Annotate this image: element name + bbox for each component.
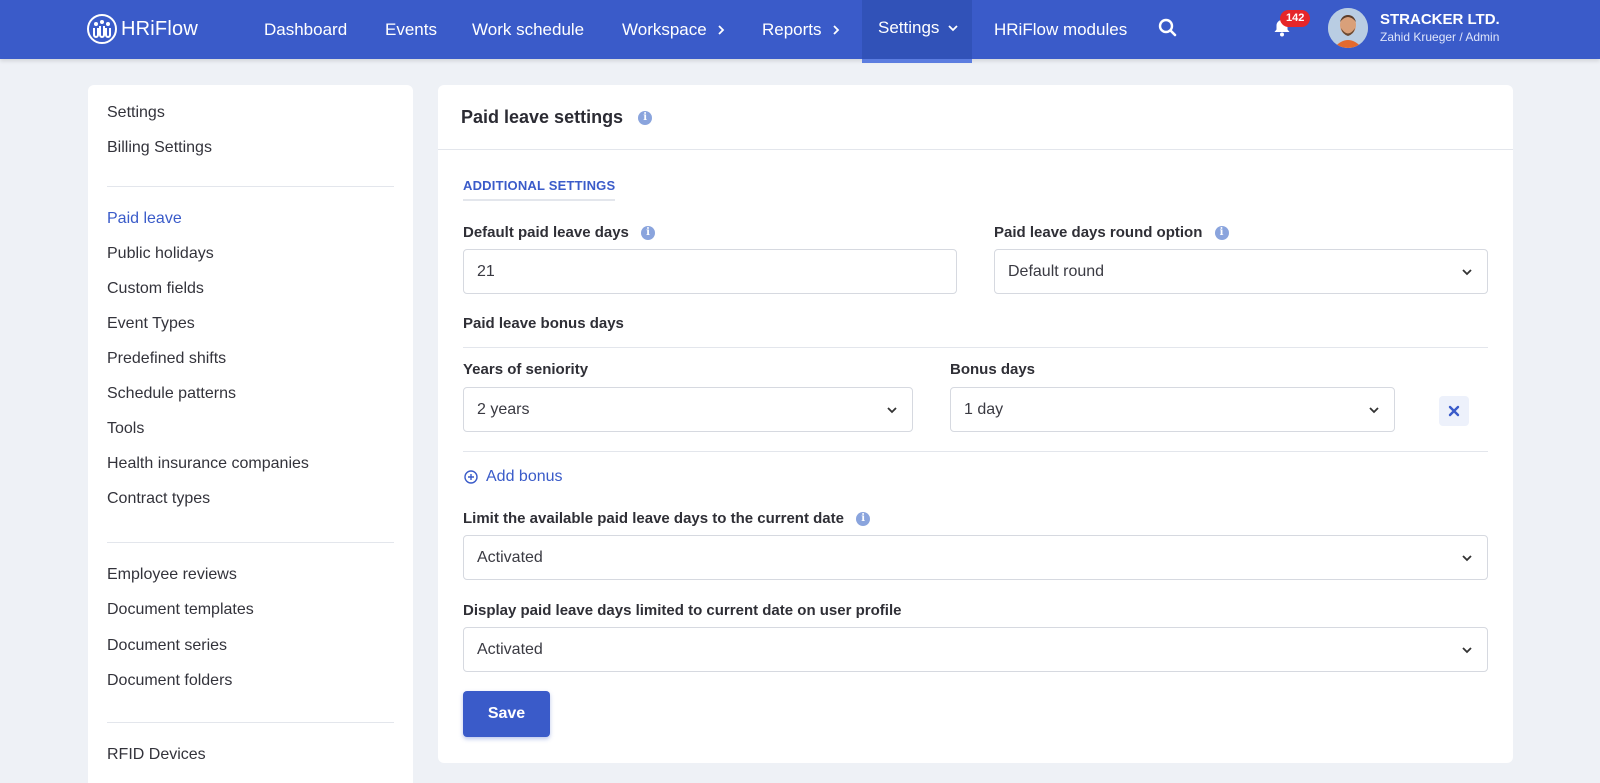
select-value: Activated bbox=[477, 548, 543, 566]
default-days-label-text: Default paid leave days bbox=[463, 224, 629, 241]
nav-events[interactable]: Events bbox=[385, 0, 437, 59]
search-icon[interactable] bbox=[1158, 18, 1178, 38]
years-of-seniority-select[interactable]: 2 years bbox=[463, 387, 913, 432]
bonus-days-heading: Paid leave bonus days bbox=[463, 315, 624, 332]
nav-reports[interactable]: Reports bbox=[762, 0, 841, 59]
sidebar-item-document-templates[interactable]: Document templates bbox=[107, 601, 254, 619]
sidebar-item-rfid-devices[interactable]: RFID Devices bbox=[107, 746, 206, 764]
sidebar-divider bbox=[107, 722, 394, 723]
seniority-label: Years of seniority bbox=[463, 361, 589, 378]
round-option-select[interactable]: Default round bbox=[994, 249, 1488, 294]
info-icon[interactable]: i bbox=[1214, 226, 1229, 241]
bonus-days-label: Bonus days bbox=[950, 361, 1036, 378]
page-title-text: Paid leave settings bbox=[461, 107, 624, 127]
bonus-days-select[interactable]: 1 day bbox=[950, 387, 1395, 432]
nav-hriflow-modules[interactable]: HRiFlow modules bbox=[994, 0, 1127, 59]
default-paid-leave-days-input[interactable]: 21 bbox=[463, 249, 957, 294]
nav-work-schedule[interactable]: Work schedule bbox=[472, 0, 584, 59]
sidebar-item-predefined-shifts[interactable]: Predefined shifts bbox=[107, 350, 226, 368]
chevron-down-icon bbox=[1369, 407, 1379, 414]
select-value: Activated bbox=[477, 640, 543, 658]
tab-additional-settings[interactable]: ADDITIONAL SETTINGS bbox=[463, 178, 616, 201]
nav-label: Workspace bbox=[622, 19, 707, 39]
brand-name: HRiFlow bbox=[121, 17, 198, 40]
avatar[interactable] bbox=[1328, 8, 1368, 48]
nav-label: Work schedule bbox=[472, 19, 585, 39]
nav-dashboard[interactable]: Dashboard bbox=[264, 0, 347, 59]
chevron-down-icon bbox=[948, 24, 959, 31]
info-icon[interactable]: i bbox=[856, 512, 871, 527]
select-value: 1 day bbox=[964, 400, 1004, 418]
company-name[interactable]: STRACKER LTD. bbox=[1380, 11, 1500, 28]
sidebar-item-document-series[interactable]: Document series bbox=[107, 637, 227, 655]
default-days-label: Default paid leave days i bbox=[463, 224, 656, 241]
chevron-down-icon bbox=[1462, 647, 1472, 654]
sidebar-item-public-holidays[interactable]: Public holidays bbox=[107, 245, 214, 263]
card-header: Paid leave settings i bbox=[438, 85, 1513, 150]
notification-count-badge: 142 bbox=[1280, 10, 1311, 27]
add-bonus-label: Add bonus bbox=[486, 468, 563, 485]
chevron-down-icon bbox=[1462, 269, 1472, 276]
chevron-down-icon bbox=[1462, 555, 1472, 562]
sidebar-item-billing-settings[interactable]: Billing Settings bbox=[107, 139, 212, 157]
save-button[interactable]: Save bbox=[463, 691, 550, 737]
sidebar-item-document-folders[interactable]: Document folders bbox=[107, 672, 232, 690]
nav-workspace[interactable]: Workspace bbox=[622, 0, 726, 59]
sidebar-item-employee-reviews[interactable]: Employee reviews bbox=[107, 566, 237, 584]
sidebar-divider bbox=[107, 542, 394, 543]
info-icon[interactable]: i bbox=[641, 226, 656, 241]
round-option-label-text: Paid leave days round option bbox=[994, 224, 1203, 241]
sidebar-divider bbox=[107, 186, 394, 187]
nav-settings[interactable]: Settings bbox=[862, 0, 972, 63]
round-option-label: Paid leave days round option i bbox=[994, 224, 1229, 241]
brand-logo[interactable]: HRiFlow bbox=[86, 12, 198, 46]
add-bonus-button[interactable]: Add bonus bbox=[464, 468, 563, 486]
chevron-down-icon bbox=[887, 407, 897, 414]
input-value: 21 bbox=[477, 262, 495, 280]
sidebar-item-custom-fields[interactable]: Custom fields bbox=[107, 280, 204, 298]
sidebar-item-contract-types[interactable]: Contract types bbox=[107, 490, 210, 508]
sidebar-item-paid-leave[interactable]: Paid leave bbox=[107, 210, 182, 228]
user-role: Zahid Krueger / Admin bbox=[1380, 30, 1500, 44]
sidebar-item-health-insurance-companies[interactable]: Health insurance companies bbox=[107, 455, 309, 473]
sidebar-item-tools[interactable]: Tools bbox=[107, 420, 144, 438]
top-navbar: HRiFlow Dashboard Events Work schedule W… bbox=[0, 0, 1600, 63]
display-limited-select[interactable]: Activated bbox=[463, 627, 1488, 672]
nav-label: Events bbox=[385, 19, 437, 39]
nav-label: Dashboard bbox=[264, 19, 348, 39]
display-limited-label: Display paid leave days limited to curre… bbox=[463, 602, 902, 619]
limit-current-date-select[interactable]: Activated bbox=[463, 535, 1488, 580]
nav-label: Reports bbox=[762, 19, 822, 39]
divider bbox=[463, 347, 1488, 348]
chevron-right-icon bbox=[718, 24, 724, 35]
select-value: Default round bbox=[1008, 262, 1105, 280]
sidebar-item-event-types[interactable]: Event Types bbox=[107, 315, 195, 333]
chevron-right-icon bbox=[832, 24, 839, 35]
nav-label: HRiFlow modules bbox=[994, 19, 1128, 39]
user-avatar-icon bbox=[1328, 8, 1368, 48]
select-value: 2 years bbox=[477, 400, 530, 418]
divider bbox=[463, 451, 1488, 452]
nav-label: Settings bbox=[878, 17, 940, 37]
page-title: Paid leave settings i bbox=[461, 107, 653, 128]
close-icon bbox=[1448, 405, 1460, 417]
plus-circle-icon bbox=[464, 470, 478, 484]
paid-leave-settings-card: Paid leave settings i ADDITIONAL SETTING… bbox=[438, 85, 1513, 763]
limit-current-date-label: Limit the available paid leave days to t… bbox=[463, 510, 871, 527]
sidebar-item-schedule-patterns[interactable]: Schedule patterns bbox=[107, 385, 236, 403]
info-icon[interactable]: i bbox=[638, 111, 653, 126]
settings-sidebar: Settings Billing Settings Paid leave Pub… bbox=[88, 85, 413, 783]
logo-icon bbox=[87, 14, 117, 44]
sidebar-item-settings[interactable]: Settings bbox=[107, 104, 165, 122]
remove-bonus-button[interactable] bbox=[1439, 396, 1469, 426]
limit-current-date-label-text: Limit the available paid leave days to t… bbox=[463, 510, 844, 527]
